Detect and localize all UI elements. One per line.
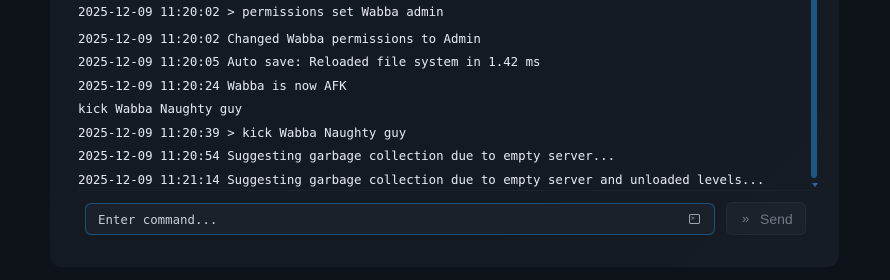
send-button[interactable]: » Send: [726, 202, 806, 235]
console-line: 2025-12-09 11:20:54 Suggesting garbage c…: [78, 148, 616, 163]
terminal-icon: >: [689, 214, 700, 224]
console-line: 2025-12-09 11:20:02 > permissions set Wa…: [78, 4, 444, 19]
scroll-down-arrow-icon[interactable]: [812, 183, 818, 187]
console-line: 2025-12-09 11:20:05 Auto save: Reloaded …: [78, 54, 541, 69]
scrollbar-thumb[interactable]: [811, 0, 817, 178]
console-output: 2025-12-09 11:20:02 > permissions set Wa…: [78, 0, 818, 190]
console-line: kick Wabba Naughty guy: [78, 101, 243, 116]
console-line: 2025-12-09 11:20:24 Wabba is now AFK: [78, 78, 347, 93]
page: 2025-12-09 11:20:02 > permissions set Wa…: [0, 0, 890, 280]
command-input[interactable]: [98, 204, 678, 234]
command-input-container[interactable]: >: [85, 203, 715, 235]
console-line: 2025-12-09 11:20:39 > kick Wabba Naughty…: [78, 125, 407, 140]
console-scrollbar[interactable]: [810, 0, 818, 188]
chevrons-right-icon: »: [742, 211, 750, 226]
console-panel: 2025-12-09 11:20:02 > permissions set Wa…: [50, 0, 839, 267]
console-line: 2025-12-09 11:20:02 Changed Wabba permis…: [78, 31, 481, 46]
console-line: 2025-12-09 11:21:14 Suggesting garbage c…: [78, 172, 765, 187]
send-label: Send: [760, 211, 793, 227]
divider: [78, 190, 818, 191]
